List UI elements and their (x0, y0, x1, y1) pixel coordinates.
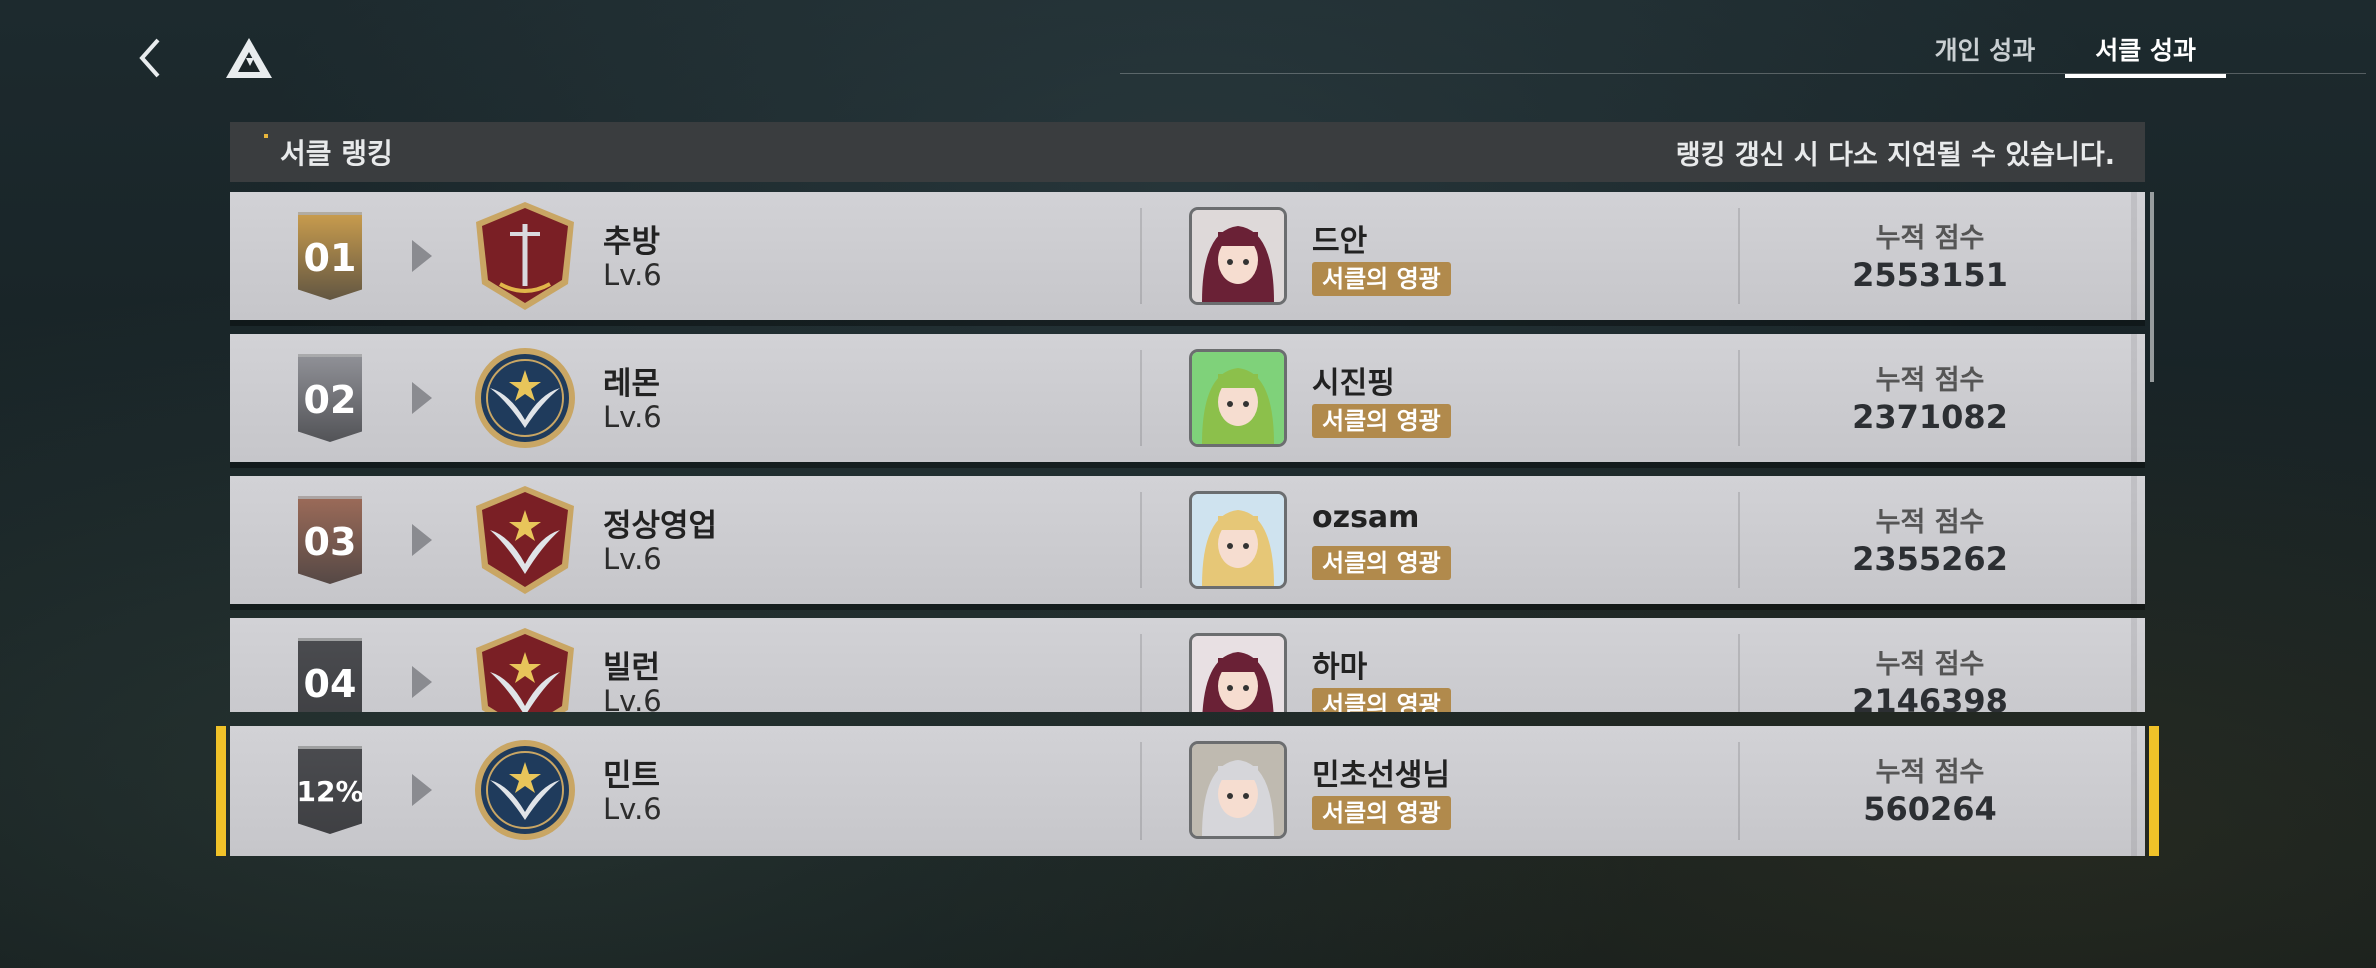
highlight-edge-left (216, 726, 226, 856)
row-divider (1140, 208, 1142, 304)
score-label: 누적 점수 (1875, 223, 1985, 254)
ranking-list[interactable]: 01 추방 Lv.6 드안 서클의 영광 누적 점수 2553151 02 레몬 Lv.6 시진핑 서… (230, 192, 2145, 712)
expand-arrow-icon[interactable] (412, 240, 432, 272)
leader-title-badge: 서클의 영광 (1312, 546, 1451, 580)
tab-circle[interactable]: 서클 성과 (2065, 28, 2226, 78)
scrollbar[interactable] (2150, 192, 2154, 382)
circle-level: Lv.6 (603, 258, 662, 292)
score-label: 누적 점수 (1875, 365, 1985, 396)
ranking-delay-note: 랭킹 갱신 시 다소 지연될 수 있습니다. (1675, 139, 2115, 171)
score-label: 누적 점수 (1875, 649, 1985, 680)
blue-wing-emblem-icon (470, 734, 580, 846)
ranking-row[interactable]: 04 빌런 Lv.6 하마서클의 영광 누적 점수 2146398 (230, 618, 2145, 712)
leader-name: 시진핑 (1312, 366, 1395, 401)
score-label: 누적 점수 (1875, 757, 1985, 788)
rank-badge: 02 (298, 354, 362, 442)
circle-level: Lv.6 (603, 684, 662, 712)
row-edge (2131, 334, 2137, 462)
expand-arrow-icon[interactable] (412, 382, 432, 414)
score-value: 2371082 (1852, 398, 2008, 436)
leader-avatar[interactable] (1192, 494, 1284, 586)
leader-title-badge: 서클의 영광 (1312, 688, 1451, 712)
row-divider (1140, 492, 1142, 588)
row-edge (2131, 618, 2137, 712)
row-divider (1140, 634, 1142, 712)
highlight-edge-right (2149, 726, 2159, 856)
tab-bar: 개인 성과 서클 성과 (1905, 28, 2226, 78)
rank-badge: 04 (298, 638, 362, 712)
my-circle-row[interactable]: 12% 민트 Lv.6 민초선생님 서클의 영광 누적 점수 560264 (216, 726, 2159, 856)
ranking-title: 서클 랭킹 (264, 132, 393, 172)
circle-name: 레몬 (603, 366, 661, 402)
expand-arrow-icon[interactable] (412, 666, 432, 698)
row-divider (1140, 350, 1142, 446)
ranking-row[interactable]: 03 정상영업 Lv.6 ozsam 서클의 영광 누적 점수 2355262 (230, 476, 2145, 604)
circle-level: Lv.6 (603, 400, 662, 434)
red-wing-emblem-icon (470, 626, 580, 712)
score-value: 2355262 (1852, 540, 2008, 578)
row-divider (1738, 350, 1740, 446)
score-label: 누적 점수 (1875, 507, 1985, 538)
leader-name: ozsam (1312, 500, 1420, 535)
circle-name: 민트 (603, 758, 661, 794)
leader-avatar[interactable] (1192, 744, 1284, 836)
red-sword-emblem-icon (470, 200, 580, 312)
rank-badge: 01 (298, 212, 362, 300)
leader-avatar[interactable] (1192, 210, 1284, 302)
blue-wing-emblem-icon (470, 342, 580, 454)
circle-level: Lv.6 (603, 542, 662, 576)
expand-arrow-icon[interactable] (412, 774, 432, 806)
circle-name: 정상영업 (603, 508, 718, 544)
tab-underline-track (1120, 73, 2366, 74)
game-logo-icon (224, 36, 274, 80)
ranking-header: 서클 랭킹 랭킹 갱신 시 다소 지연될 수 있습니다. (230, 122, 2145, 182)
row-divider (1738, 634, 1740, 712)
leader-name: 드안 (1312, 224, 1368, 259)
rank-badge: 12% (298, 746, 362, 834)
row-edge (2131, 476, 2137, 604)
circle-level: Lv.6 (603, 792, 662, 826)
row-divider (1738, 208, 1740, 304)
chevron-left-icon (139, 38, 160, 78)
leader-title-badge: 서클의 영광 (1312, 262, 1451, 296)
circle-name: 추방 (603, 224, 661, 260)
score-value: 560264 (1863, 790, 1997, 828)
expand-arrow-icon[interactable] (412, 524, 432, 556)
back-button[interactable] (128, 30, 174, 86)
row-divider (1140, 742, 1142, 840)
leader-avatar[interactable] (1192, 352, 1284, 444)
red-wing-emblem-icon (470, 484, 580, 596)
circle-name: 빌런 (603, 650, 661, 686)
row-divider (1738, 742, 1740, 840)
row-divider (1738, 492, 1740, 588)
score-value: 2553151 (1852, 256, 2008, 294)
leader-title-badge: 서클의 영광 (1312, 796, 1451, 830)
leader-title-badge: 서클의 영광 (1312, 404, 1451, 438)
ranking-row[interactable]: 01 추방 Lv.6 드안 서클의 영광 누적 점수 2553151 (230, 192, 2145, 320)
row-edge (2131, 192, 2137, 320)
row-edge (2131, 726, 2137, 856)
score-value: 2146398 (1852, 682, 2008, 712)
my-row-card[interactable]: 12% 민트 Lv.6 민초선생님 서클의 영광 누적 점수 560264 (230, 726, 2145, 856)
leader-name: 하마 (1312, 650, 1368, 685)
rank-badge: 03 (298, 496, 362, 584)
ranking-row[interactable]: 02 레몬 Lv.6 시진핑 서클의 영광 누적 점수 2371082 (230, 334, 2145, 462)
leader-avatar[interactable] (1192, 636, 1284, 712)
leader-name: 민초선생님 (1312, 758, 1450, 793)
tab-personal[interactable]: 개인 성과 (1905, 28, 2066, 74)
